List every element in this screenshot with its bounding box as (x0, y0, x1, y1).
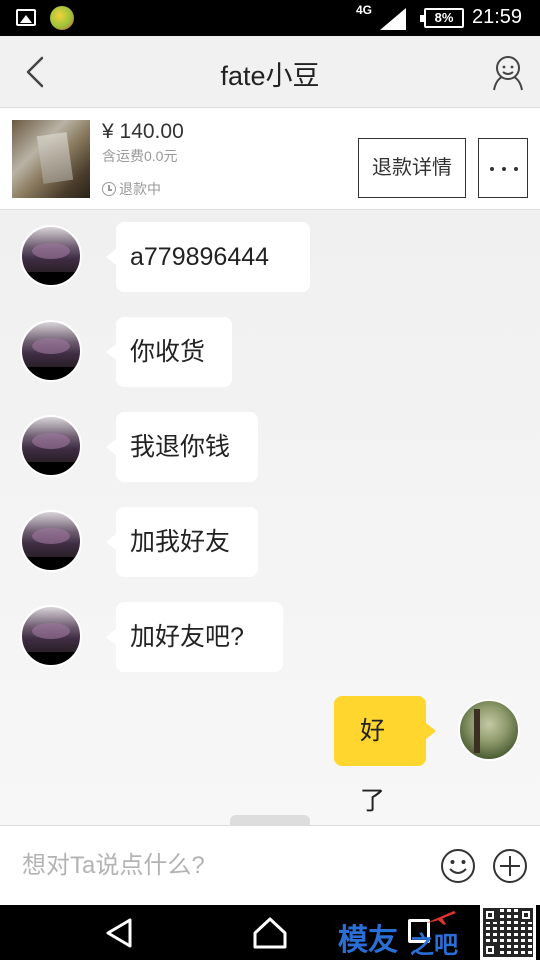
plus-circle-icon[interactable] (492, 848, 528, 884)
product-thumbnail[interactable] (12, 120, 90, 198)
avatar[interactable] (20, 225, 82, 287)
avatar[interactable] (458, 699, 520, 761)
message-input[interactable] (22, 846, 402, 886)
status-bar: 4G 8% 21:59 (0, 0, 540, 36)
nav-home-icon[interactable] (253, 916, 287, 950)
signal-icon (380, 8, 406, 30)
refund-status-label: 退款中 (119, 181, 161, 197)
nav-back-icon[interactable] (104, 917, 136, 949)
refund-status: 退款中 (102, 179, 161, 199)
order-price: ¥ 140.00 (102, 120, 184, 143)
avatar[interactable] (20, 605, 82, 667)
message-input-bar (0, 825, 540, 905)
system-nav-bar: 模友 之吧 (0, 905, 540, 960)
page-title: fate小豆 (220, 61, 320, 91)
battery-icon: 8% (420, 8, 464, 28)
message-bubble[interactable]: 你收货 (106, 317, 232, 387)
refund-details-button[interactable]: 退款详情 (358, 138, 466, 198)
avatar[interactable] (20, 510, 82, 572)
message-bubble-own[interactable]: 好了 (334, 696, 436, 815)
message-bubble[interactable]: 我退你钱 (106, 412, 258, 482)
network-type: 4G (356, 3, 373, 17)
chevron-left-icon[interactable] (16, 52, 56, 92)
drag-handle[interactable] (230, 815, 310, 825)
user-profile-icon[interactable] (488, 52, 528, 92)
order-summary: ¥ 140.00 含运费0.0元 退款中 退款详情 (0, 108, 540, 210)
avatar[interactable] (20, 415, 82, 477)
airplane-icon (426, 911, 456, 925)
clock-icon (102, 182, 116, 196)
message-bubble[interactable]: a779896444 (106, 222, 310, 292)
shipping-fee: 含运费0.0元 (102, 148, 178, 164)
battery-level: 8% (434, 10, 454, 25)
watermark-logo: 模友 之吧 (338, 907, 468, 959)
message-bubble[interactable]: 加好友吧? (106, 602, 283, 672)
emoji-icon[interactable] (440, 848, 476, 884)
chat-header: fate小豆 (0, 36, 540, 108)
more-dots-icon[interactable] (478, 138, 528, 198)
watermark-text-small: 之吧 (410, 931, 458, 959)
clock-time: 21:59 (472, 6, 523, 28)
avatar[interactable] (20, 320, 82, 382)
app-notification-icon (50, 6, 74, 30)
watermark-text: 模友 (338, 923, 398, 958)
message-bubble[interactable]: 加我好友 (106, 507, 258, 577)
gallery-icon (16, 9, 36, 26)
chat-messages[interactable]: a779896444 你收货 我退你钱 加我好友 加好友吧? 好了 (0, 211, 540, 825)
qr-code (480, 905, 536, 960)
